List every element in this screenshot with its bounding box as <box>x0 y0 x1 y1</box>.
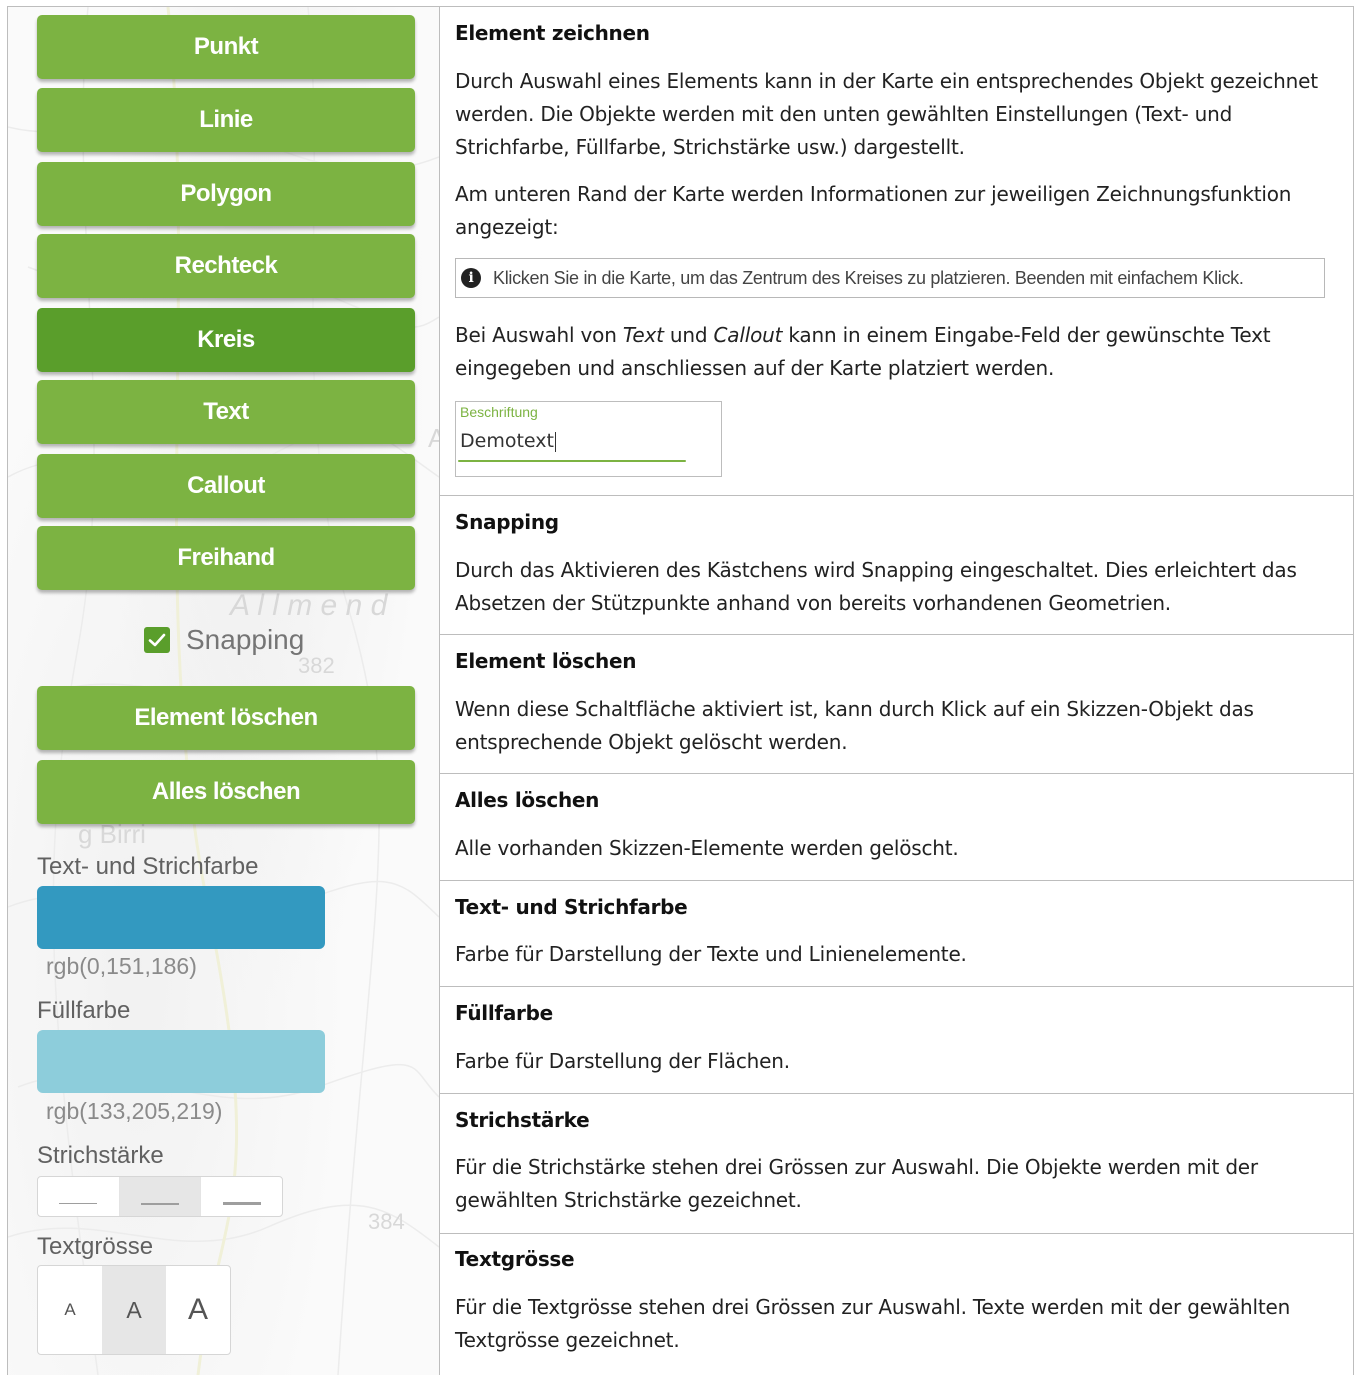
snapping-toggle[interactable]: Snapping <box>144 622 304 658</box>
para-italic-text: Text <box>622 323 664 347</box>
text-caret <box>554 431 556 452</box>
table-border-right <box>1353 6 1354 1375</box>
thin-line-icon <box>59 1203 98 1204</box>
fill-color-swatch[interactable] <box>37 1030 325 1093</box>
draw-tool-panel: Aristau A l l m e n d 382 384 g Birri Pu… <box>8 7 439 1375</box>
demo-input-label: Beschriftung <box>460 404 538 420</box>
stroke-width-thick-option[interactable] <box>201 1177 282 1216</box>
checkmark-icon <box>148 633 166 647</box>
map-area-label: A l l m e n d <box>228 589 389 622</box>
heading-strichstaerke: Strichstärke <box>455 1108 590 1132</box>
row-divider <box>440 1233 1353 1234</box>
para-italic-callout: Callout <box>713 323 783 347</box>
heading-strichfarbe: Text- und Strichfarbe <box>455 895 688 919</box>
draw-text-button[interactable]: Text <box>37 380 415 444</box>
row-divider <box>440 880 1353 881</box>
text-size-label: Textgrösse <box>37 1233 154 1260</box>
text-size-medium-option[interactable]: A <box>102 1266 166 1354</box>
para-fragment: Bei Auswahl von <box>455 323 623 347</box>
info-message-text: Klicken Sie in die Karte, um das Zentrum… <box>493 267 1244 288</box>
help-page: Aristau A l l m e n d 382 384 g Birri Pu… <box>0 0 1358 1375</box>
text-size-selector: A A A <box>37 1265 231 1355</box>
heading-fuellfarbe: Füllfarbe <box>455 1001 553 1025</box>
fill-color-label: Füllfarbe <box>37 997 131 1024</box>
heading-alles-loeschen: Alles löschen <box>455 788 600 812</box>
element-zeichnen-text-3: Bei Auswahl von Text und Callout kann in… <box>455 319 1345 385</box>
alles-loeschen-text: Alle vorhanden Skizzen-Elemente werden g… <box>455 836 959 860</box>
demo-input-value[interactable]: Demotext <box>460 430 556 452</box>
textgroesse-text: Für die Textgrösse stehen drei Grössen z… <box>455 1295 1291 1352</box>
demo-text-input[interactable]: Beschriftung Demotext <box>455 401 722 477</box>
fuellfarbe-text: Farbe für Darstellung der Flächen. <box>455 1049 790 1073</box>
strichstaerke-text: Für die Strichstärke stehen drei Grössen… <box>455 1155 1258 1212</box>
row-divider <box>440 773 1353 774</box>
row-divider <box>440 1093 1353 1094</box>
stroke-color-swatch[interactable] <box>37 886 325 949</box>
stroke-color-label: Text- und Strichfarbe <box>37 853 259 880</box>
draw-rectangle-button[interactable]: Rechteck <box>37 234 415 298</box>
thick-line-icon <box>222 1202 261 1205</box>
draw-point-button[interactable]: Punkt <box>37 15 415 79</box>
text-size-large-option[interactable]: A <box>166 1266 230 1354</box>
fill-color-value: rgb(133,205,219) <box>46 1098 223 1124</box>
medium-line-icon <box>141 1202 179 1205</box>
element-loeschen-text: Wenn diese Schaltfläche aktiviert ist, k… <box>455 697 1254 754</box>
snapping-label: Snapping <box>186 624 305 655</box>
heading-element-loeschen: Element löschen <box>455 649 637 673</box>
demo-input-text: Demotext <box>460 430 554 452</box>
text-size-small-option[interactable]: A <box>38 1266 102 1354</box>
strichfarbe-text: Farbe für Darstellung der Texte und Lini… <box>455 942 967 966</box>
para-fragment: und <box>663 323 714 347</box>
element-zeichnen-text-2: Am unteren Rand der Karte werden Informa… <box>455 182 1292 239</box>
delete-all-button[interactable]: Alles löschen <box>37 760 415 824</box>
info-icon: i <box>461 268 481 288</box>
draw-circle-button[interactable]: Kreis <box>37 308 415 372</box>
draw-freehand-button[interactable]: Freihand <box>37 526 415 590</box>
stroke-color-value: rgb(0,151,186) <box>46 953 197 979</box>
snapping-text: Durch das Aktivieren des Kästchens wird … <box>455 558 1297 615</box>
stroke-width-label: Strichstärke <box>37 1142 164 1169</box>
element-zeichnen-text-1: Durch Auswahl eines Elements kann in der… <box>455 69 1318 159</box>
stroke-width-medium-option[interactable] <box>119 1177 202 1216</box>
heading-snapping: Snapping <box>455 510 559 534</box>
heading-element-zeichnen: Element zeichnen <box>455 21 650 45</box>
row-divider <box>440 634 1353 635</box>
delete-element-button[interactable]: Element löschen <box>37 686 415 750</box>
documentation-column: Element zeichnen Durch Auswahl eines Ele… <box>440 7 1353 1375</box>
draw-callout-button[interactable]: Callout <box>37 454 415 518</box>
map-height-label: 384 <box>368 1209 405 1234</box>
stroke-width-thin-option[interactable] <box>38 1177 120 1216</box>
snapping-checkbox[interactable] <box>144 627 170 653</box>
row-divider <box>440 495 1353 496</box>
info-message-box: i Klicken Sie in die Karte, um das Zentr… <box>455 258 1325 298</box>
draw-line-button[interactable]: Linie <box>37 88 415 152</box>
row-divider <box>440 986 1353 987</box>
heading-textgroesse: Textgrösse <box>455 1247 575 1271</box>
stroke-width-selector <box>37 1176 283 1217</box>
demo-input-underline <box>458 460 686 462</box>
map-place-label: Aristau <box>428 423 439 453</box>
draw-polygon-button[interactable]: Polygon <box>37 162 415 226</box>
